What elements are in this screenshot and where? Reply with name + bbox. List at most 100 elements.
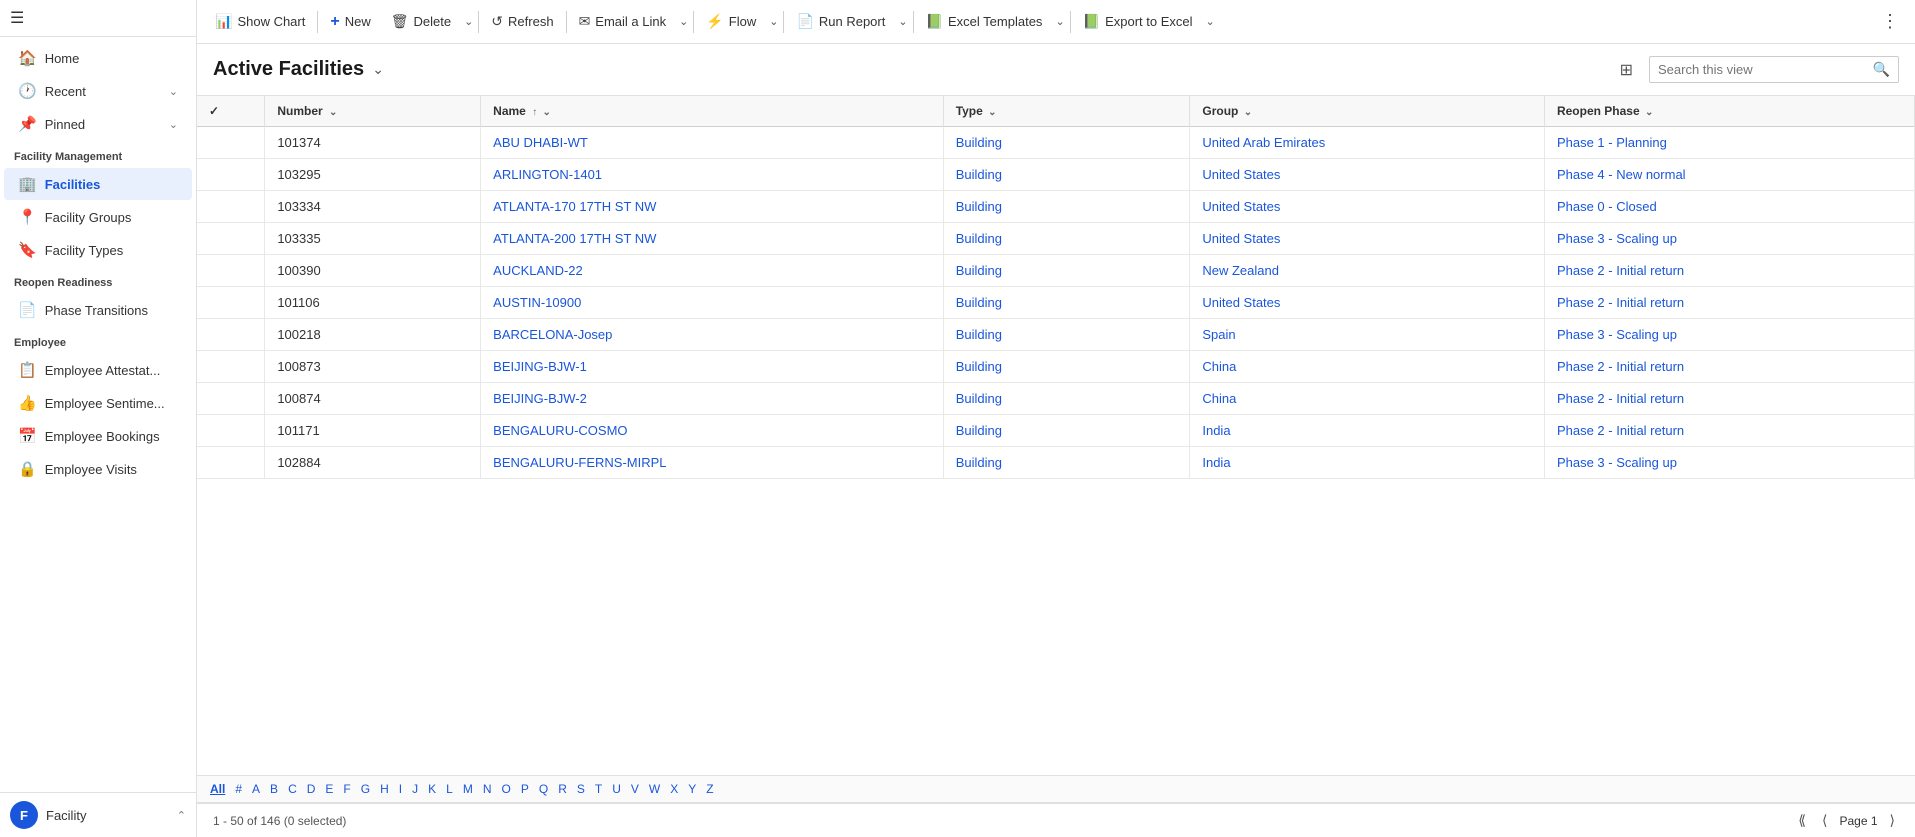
first-page-button[interactable]: ⟪	[1794, 810, 1810, 831]
cell-reopen-phase[interactable]: Phase 0 - Closed	[1544, 191, 1914, 223]
cell-type[interactable]: Building	[943, 319, 1190, 351]
alpha-item-w[interactable]: W	[644, 780, 665, 798]
cell-checkbox[interactable]	[197, 159, 265, 191]
cell-name[interactable]: ABU DHABI-WT	[481, 127, 944, 159]
alpha-item-#[interactable]: #	[230, 780, 247, 798]
alpha-item-r[interactable]: R	[553, 780, 572, 798]
new-button[interactable]: + New	[320, 8, 380, 36]
search-input[interactable]	[1658, 62, 1867, 77]
export-excel-chevron[interactable]: ⌄	[1203, 10, 1218, 33]
alpha-item-e[interactable]: E	[320, 780, 338, 798]
cell-group[interactable]: United States	[1190, 191, 1545, 223]
run-report-chevron[interactable]: ⌄	[895, 10, 910, 33]
alpha-item-n[interactable]: N	[478, 780, 497, 798]
col-type[interactable]: Type ⌄	[943, 96, 1190, 127]
excel-templates-button[interactable]: 📗 Excel Templates	[916, 8, 1053, 35]
sidebar-item-facility-groups[interactable]: 📍 Facility Groups	[4, 201, 192, 233]
cell-checkbox[interactable]	[197, 191, 265, 223]
export-excel-button[interactable]: 📗 Export to Excel	[1073, 8, 1203, 35]
cell-checkbox[interactable]	[197, 415, 265, 447]
cell-type[interactable]: Building	[943, 191, 1190, 223]
cell-reopen-phase[interactable]: Phase 2 - Initial return	[1544, 383, 1914, 415]
delete-chevron[interactable]: ⌄	[461, 10, 476, 33]
alpha-item-t[interactable]: T	[590, 780, 607, 798]
cell-type[interactable]: Building	[943, 415, 1190, 447]
alpha-item-i[interactable]: I	[394, 780, 407, 798]
flow-chevron[interactable]: ⌄	[766, 10, 781, 33]
cell-checkbox[interactable]	[197, 287, 265, 319]
next-page-button[interactable]: ⟩	[1886, 810, 1899, 831]
cell-reopen-phase[interactable]: Phase 2 - Initial return	[1544, 415, 1914, 447]
alpha-item-b[interactable]: B	[265, 780, 283, 798]
check-all-icon[interactable]: ✓	[209, 104, 219, 118]
email-chevron[interactable]: ⌄	[676, 10, 691, 33]
cell-checkbox[interactable]	[197, 351, 265, 383]
col-chevron-icon[interactable]: ⌄	[543, 107, 551, 118]
alpha-item-q[interactable]: Q	[534, 780, 553, 798]
col-number[interactable]: Number ⌄	[265, 96, 481, 127]
cell-checkbox[interactable]	[197, 255, 265, 287]
cell-name[interactable]: BENGALURU-COSMO	[481, 415, 944, 447]
sidebar-item-pinned[interactable]: 📌 Pinned ⌄	[4, 108, 192, 140]
cell-reopen-phase[interactable]: Phase 3 - Scaling up	[1544, 447, 1914, 479]
cell-reopen-phase[interactable]: Phase 2 - Initial return	[1544, 351, 1914, 383]
cell-reopen-phase[interactable]: Phase 4 - New normal	[1544, 159, 1914, 191]
hamburger-icon[interactable]: ☰	[10, 8, 24, 28]
sidebar-item-home[interactable]: 🏠 Home	[4, 42, 192, 74]
cell-group[interactable]: Spain	[1190, 319, 1545, 351]
cell-reopen-phase[interactable]: Phase 3 - Scaling up	[1544, 319, 1914, 351]
alpha-item-v[interactable]: V	[626, 780, 644, 798]
alpha-item-a[interactable]: A	[247, 780, 265, 798]
cell-group[interactable]: New Zealand	[1190, 255, 1545, 287]
cell-checkbox[interactable]	[197, 447, 265, 479]
alpha-item-z[interactable]: Z	[701, 780, 718, 798]
cell-name[interactable]: ATLANTA-170 17TH ST NW	[481, 191, 944, 223]
alpha-item-y[interactable]: Y	[683, 780, 701, 798]
cell-name[interactable]: BEIJING-BJW-2	[481, 383, 944, 415]
alpha-item-u[interactable]: U	[607, 780, 626, 798]
cell-type[interactable]: Building	[943, 287, 1190, 319]
alpha-item-k[interactable]: K	[423, 780, 441, 798]
cell-checkbox[interactable]	[197, 319, 265, 351]
title-chevron-icon[interactable]: ⌄	[372, 61, 384, 78]
chevron-up-icon[interactable]: ⌃	[177, 809, 186, 822]
alpha-item-x[interactable]: X	[665, 780, 683, 798]
more-icon[interactable]: ⋮	[1873, 9, 1907, 34]
alpha-item-g[interactable]: G	[356, 780, 375, 798]
cell-name[interactable]: BEIJING-BJW-1	[481, 351, 944, 383]
alpha-item-j[interactable]: J	[407, 780, 423, 798]
sidebar-item-facility-types[interactable]: 🔖 Facility Types	[4, 234, 192, 266]
alpha-item-l[interactable]: L	[441, 780, 458, 798]
col-reopen-phase[interactable]: Reopen Phase ⌄	[1544, 96, 1914, 127]
sidebar-item-employee-visits[interactable]: 🔒 Employee Visits	[4, 453, 192, 485]
cell-group[interactable]: India	[1190, 415, 1545, 447]
alpha-item-h[interactable]: H	[375, 780, 394, 798]
col-group[interactable]: Group ⌄	[1190, 96, 1545, 127]
cell-group[interactable]: China	[1190, 383, 1545, 415]
cell-reopen-phase[interactable]: Phase 2 - Initial return	[1544, 255, 1914, 287]
run-report-button[interactable]: 📄 Run Report	[786, 8, 895, 35]
cell-checkbox[interactable]	[197, 223, 265, 255]
cell-name[interactable]: AUCKLAND-22	[481, 255, 944, 287]
col-checkbox[interactable]: ✓	[197, 96, 265, 127]
cell-name[interactable]: ATLANTA-200 17TH ST NW	[481, 223, 944, 255]
delete-button[interactable]: 🗑 Delete	[381, 8, 461, 35]
flow-button[interactable]: ⚡ Flow	[696, 8, 766, 35]
sidebar-item-employee-attestat[interactable]: 📋 Employee Attestat...	[4, 354, 192, 386]
cell-checkbox[interactable]	[197, 383, 265, 415]
cell-reopen-phase[interactable]: Phase 3 - Scaling up	[1544, 223, 1914, 255]
cell-name[interactable]: ARLINGTON-1401	[481, 159, 944, 191]
show-chart-button[interactable]: 📊 Show Chart	[205, 8, 315, 35]
alpha-item-p[interactable]: P	[516, 780, 534, 798]
cell-group[interactable]: United Arab Emirates	[1190, 127, 1545, 159]
col-chevron-icon[interactable]: ⌄	[1645, 107, 1653, 118]
excel-templates-chevron[interactable]: ⌄	[1052, 10, 1067, 33]
cell-name[interactable]: AUSTIN-10900	[481, 287, 944, 319]
cell-type[interactable]: Building	[943, 351, 1190, 383]
email-link-button[interactable]: ✉ Email a Link	[569, 8, 677, 35]
cell-reopen-phase[interactable]: Phase 2 - Initial return	[1544, 287, 1914, 319]
cell-group[interactable]: United States	[1190, 159, 1545, 191]
filter-icon[interactable]: ⊞	[1620, 60, 1633, 80]
sidebar-item-employee-bookings[interactable]: 📅 Employee Bookings	[4, 420, 192, 452]
cell-name[interactable]: BARCELONA-Josep	[481, 319, 944, 351]
